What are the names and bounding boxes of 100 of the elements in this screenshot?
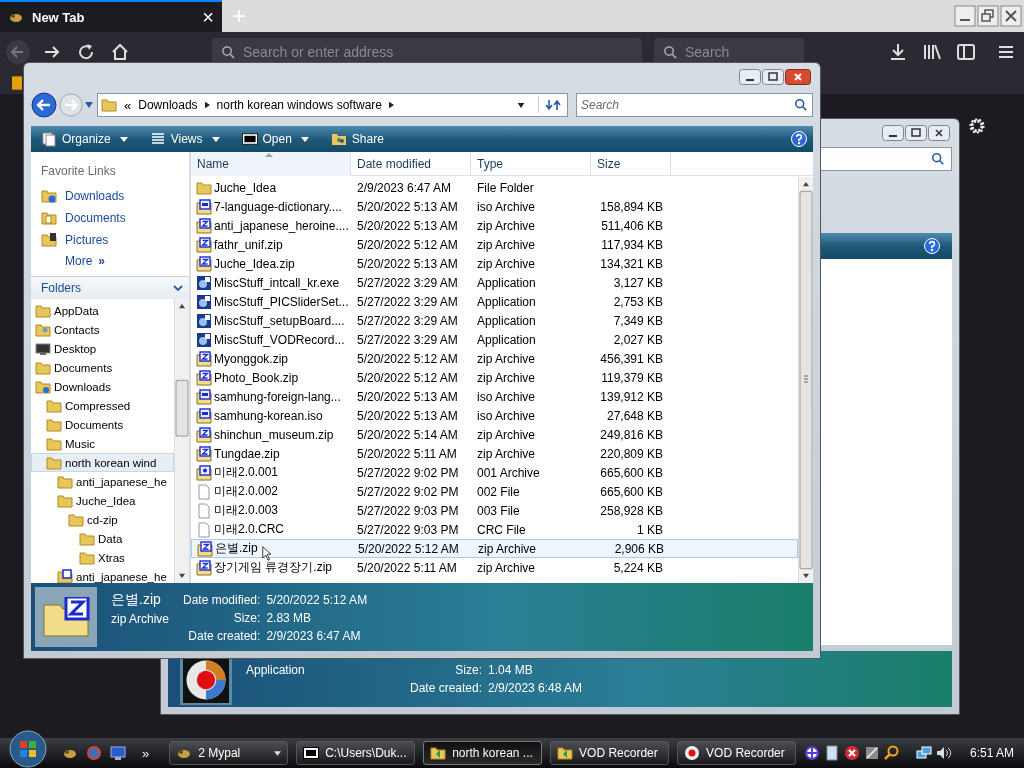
scrollbar[interactable] (798, 177, 813, 583)
taskbar-button[interactable]: VOD Recorder (550, 741, 670, 765)
file-row[interactable]: anti_japanese_heroine.... 5/20/2022 5:13 AM zip Archive 511,406 KB (191, 216, 798, 235)
scrollbar[interactable] (174, 299, 189, 583)
maximize-icon[interactable] (905, 125, 927, 141)
folder-tree-item[interactable]: anti_japanese_he (31, 472, 174, 491)
search-field[interactable] (818, 147, 952, 171)
maximize-icon[interactable] (762, 69, 784, 85)
folder-tree-item[interactable]: Juche_Idea (31, 491, 174, 510)
network-status-icon[interactable] (916, 745, 932, 761)
search-icon[interactable] (931, 152, 945, 166)
favorite-link[interactable]: Downloads (41, 188, 189, 204)
file-row[interactable]: samhung-foreign-lang... 5/20/2022 5:13 AM iso Archive 139,912 KB (191, 387, 798, 406)
file-row[interactable]: 은별.zip 5/20/2022 5:12 AM zip Archive 2,906 KB (191, 539, 798, 558)
start-button[interactable] (8, 729, 48, 768)
file-row[interactable]: 미래2.0.001 5/27/2022 9:02 PM 001 Archive 665,600 KB (191, 463, 798, 482)
monitor-icon[interactable] (110, 745, 126, 761)
file-row[interactable]: fathr_unif.zip 5/20/2022 5:12 AM zip Archive 117,934 KB (191, 235, 798, 254)
taskbar-button[interactable]: VOD Recorder (677, 741, 796, 765)
dropdown-icon[interactable] (517, 102, 525, 108)
close-icon[interactable] (1000, 5, 1022, 27)
folder-tree-item[interactable]: anti_japanese_he (31, 567, 174, 583)
close-icon[interactable] (785, 69, 811, 85)
column-header[interactable]: Size (591, 151, 671, 176)
volume-icon[interactable] (936, 745, 952, 761)
folder-icon (35, 302, 51, 319)
date-cell-text: 5/20/2022 5:12 AM (356, 237, 459, 252)
favorite-link[interactable]: Documents (41, 210, 189, 226)
favorite-link[interactable]: Pictures (41, 232, 189, 248)
folder-tree-item[interactable]: north korean wind (31, 453, 174, 472)
file-row[interactable]: MiscStuff_PICSliderSet... 5/27/2022 3:29 AM Application 2,753 KB (191, 292, 798, 311)
overflow-button[interactable]: » (142, 745, 150, 761)
refresh-icon[interactable] (538, 97, 561, 113)
globe-icon[interactable] (86, 745, 102, 761)
chevron-icon[interactable] (204, 101, 210, 109)
file-row[interactable]: Juche_Idea.zip 5/20/2022 5:13 AM zip Archive 134,321 KB (191, 254, 798, 273)
document-icon[interactable] (824, 745, 840, 761)
file-row[interactable]: Photo_Book.zip 5/20/2022 5:12 AM zip Archive 119,379 KB (191, 368, 798, 387)
network-icon[interactable] (804, 745, 820, 761)
browser-tab[interactable]: New Tab × (0, 0, 222, 32)
folder-tree-item[interactable]: Data (31, 529, 174, 548)
folder-tree-item[interactable]: Desktop (31, 339, 174, 358)
recent-pages-icon[interactable] (85, 102, 93, 108)
file-row[interactable]: Juche_Idea 2/9/2023 6:47 AM File Folder (191, 178, 798, 197)
more-link[interactable]: More » (41, 254, 189, 268)
help-icon[interactable] (791, 131, 807, 147)
breadcrumb-overflow[interactable]: « (124, 97, 132, 113)
taskbar-button[interactable]: C:\Users\Duk... (296, 741, 416, 765)
chevron-icon[interactable] (389, 101, 395, 109)
file-row[interactable]: samhung-korean.iso 5/20/2022 5:13 AM iso Archive 27,648 KB (191, 406, 798, 425)
file-row[interactable]: MiscStuff_VODRecord... 5/27/2022 3:29 AM Application 2,027 KB (191, 330, 798, 349)
help-icon[interactable] (924, 238, 940, 254)
folder-tree-item[interactable]: Documents (31, 415, 174, 434)
column-header[interactable]: Date modified (351, 151, 471, 176)
search-field[interactable]: Search (576, 93, 813, 117)
file-row[interactable]: 미래2.0.002 5/27/2022 9:02 PM 002 File 665,600 KB (191, 482, 798, 501)
folders-header[interactable]: Folders (31, 276, 189, 299)
back-icon[interactable] (31, 92, 57, 118)
minimize-icon[interactable] (954, 5, 976, 27)
file-row[interactable]: 장기게임 류경장기.zip 5/20/2022 5:11 AM zip Archive 5,224 KB (191, 558, 798, 577)
zip-file-icon (196, 426, 212, 443)
folder-tree-item[interactable]: Music (31, 434, 174, 453)
date-cell-text: 5/20/2022 5:14 AM (356, 427, 459, 442)
error-icon[interactable] (844, 745, 860, 761)
minimize-icon[interactable] (882, 125, 904, 141)
file-row[interactable]: MiscStuff_setupBoard.... 5/27/2022 3:29 AM Application 7,349 KB (191, 311, 798, 330)
address-bar[interactable]: « Downloads north korean windows software (97, 93, 568, 117)
toolbar-button[interactable]: Open (237, 129, 313, 149)
folder-tree-item[interactable]: cd-zip (31, 510, 174, 529)
file-row[interactable]: 7-language-dictionary.... 5/20/2022 5:13 AM iso Archive 158,894 KB (191, 197, 798, 216)
folder-tree-item[interactable]: Contacts (31, 320, 174, 339)
close-tab-button[interactable]: × (202, 5, 214, 29)
minimize-icon[interactable] (739, 69, 761, 85)
file-row[interactable]: 미래2.0.CRC 5/27/2022 9:03 PM CRC File 1 KB (191, 520, 798, 539)
breadcrumb-item[interactable]: Downloads (138, 98, 198, 112)
toolbar-button[interactable]: Organize (37, 129, 132, 149)
file-row[interactable]: 미래2.0.003 5/27/2022 9:03 PM 003 File 258,928 KB (191, 501, 798, 520)
folder-tree-item[interactable]: Documents (31, 358, 174, 377)
close-icon[interactable] (928, 125, 950, 141)
clock[interactable]: 6:51 AM (970, 746, 1015, 760)
folder-tree-item[interactable]: Xtras (31, 548, 174, 567)
date-cell-text: 5/27/2022 3:29 AM (356, 332, 459, 347)
toolbar-button[interactable]: Share (326, 129, 388, 149)
folder-tree-item[interactable]: AppData (31, 301, 174, 320)
file-row[interactable]: Tungdae.zip 5/20/2022 5:11 AM zip Archive 220,809 KB (191, 444, 798, 463)
folder-tree-item[interactable]: Downloads (31, 377, 174, 396)
taskbar-button[interactable]: 2 Mypal (169, 741, 289, 765)
date-cell-text: 5/27/2022 9:03 PM (356, 522, 460, 537)
file-row[interactable]: shinchun_museum.zip 5/20/2022 5:14 AM zip Archive 249,816 KB (191, 425, 798, 444)
file-row[interactable]: MiscStuff_intcall_kr.exe 5/27/2022 3:29 AM Application 3,127 KB (191, 273, 798, 292)
column-header[interactable]: Name (191, 151, 351, 176)
toolbar-button[interactable]: Views (145, 129, 224, 149)
search-icon[interactable] (884, 745, 900, 761)
file-row[interactable]: Myonggok.zip 5/20/2022 5:12 AM zip Archive 456,391 KB (191, 349, 798, 368)
taskbar-button[interactable]: north korean ... (423, 741, 543, 765)
column-header[interactable]: Type (471, 151, 591, 176)
restore-icon[interactable] (977, 5, 999, 27)
settings-icon[interactable] (967, 116, 987, 136)
breadcrumb-item[interactable]: north korean windows software (216, 98, 383, 112)
folder-tree-item[interactable]: Compressed (31, 396, 174, 415)
